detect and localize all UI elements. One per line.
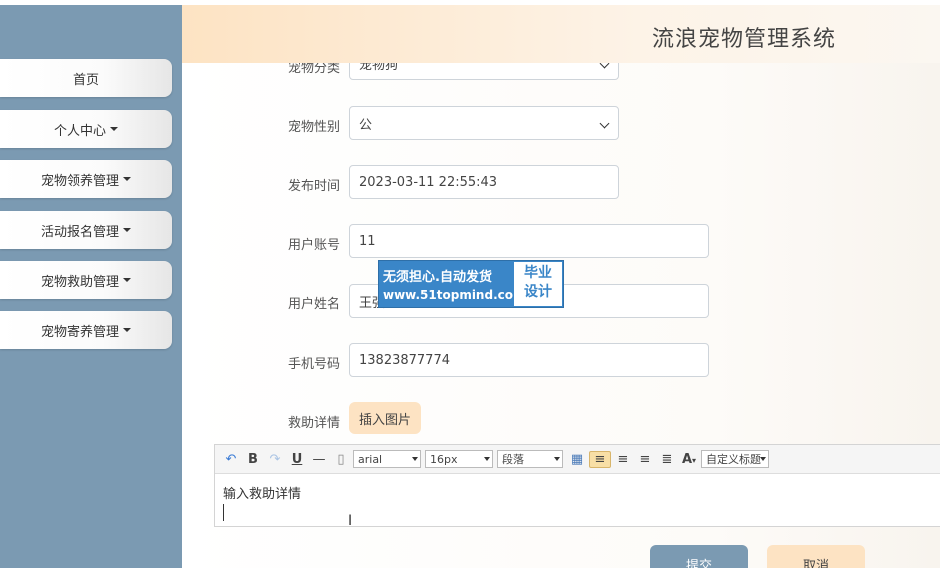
text-cursor (223, 504, 224, 521)
chevron-down-icon (599, 63, 610, 69)
pet-gender-value: 公 (359, 117, 373, 133)
pet-type-label: 宠物分类 (287, 63, 340, 76)
publish-time-input[interactable]: 2023-03-11 22:55:43 (349, 165, 619, 199)
rescue-detail-label: 救助详情 (287, 416, 340, 431)
caret-down-icon (123, 278, 131, 282)
undo-icon[interactable]: ↶ (221, 452, 241, 467)
align-right-icon[interactable]: ≡ (635, 452, 655, 467)
table-icon[interactable]: ▦ (567, 452, 587, 467)
font-color-icon[interactable]: A▾ (679, 452, 699, 467)
sidebar: 首页 个人中心 宠物领养管理 活动报名管理 宠物救助管理 宠物寄养管理 (0, 5, 182, 568)
dropdown-arrow-icon (554, 457, 560, 461)
font-size-select[interactable]: 16px (425, 450, 493, 468)
editor-content[interactable]: 输入救助详情 (215, 474, 940, 511)
caret-down-icon (123, 177, 131, 181)
watermark-banner: 无须担心.自动发货 www.51topmind.com 毕业 设计 (378, 260, 564, 308)
font-family-value: arial (358, 452, 383, 466)
custom-heading-value: 自定义标题 (706, 453, 761, 466)
rich-text-editor[interactable]: ↶ B ↷ U — ▯ arial 16px 段落 ▦ ≡ ≡ ≡ ≣ A▾ 自… (214, 444, 940, 527)
top-header: 流浪宠物管理系统 (182, 5, 940, 63)
watermark-line1: 无须担心.自动发货 (383, 270, 492, 285)
sidebar-item-label: 首页 (72, 72, 99, 88)
publish-time-label: 发布时间 (287, 179, 340, 194)
submit-button[interactable]: 提交 (650, 545, 748, 568)
caret-down-icon (123, 228, 131, 232)
publish-time-value: 2023-03-11 22:55:43 (359, 174, 498, 190)
sidebar-item-home[interactable]: 首页 (0, 59, 172, 97)
watermark-badge-line2: 设计 (524, 284, 552, 300)
sidebar-item-pet-foster[interactable]: 宠物寄养管理 (0, 311, 172, 349)
watermark-text: 无须担心.自动发货 www.51topmind.com (379, 261, 526, 307)
chevron-down-icon (599, 118, 610, 129)
bold-icon[interactable]: B (243, 452, 263, 467)
custom-heading-select[interactable]: 自定义标题 (701, 450, 769, 468)
underline-icon[interactable]: U (287, 452, 307, 467)
dropdown-arrow-icon (412, 457, 418, 461)
redo-icon[interactable]: ↷ (265, 452, 285, 467)
font-family-select[interactable]: arial (353, 450, 421, 468)
sidebar-item-label: 活动报名管理 (40, 224, 119, 240)
phone-label: 手机号码 (287, 357, 340, 372)
paragraph-select[interactable]: 段落 (497, 450, 563, 468)
pet-gender-select[interactable]: 公 (349, 106, 619, 140)
sidebar-item-activity-signup[interactable]: 活动报名管理 (0, 211, 172, 249)
phone-value: 13823877774 (359, 352, 450, 368)
align-center-icon[interactable]: ≡ (613, 452, 633, 467)
sidebar-item-label: 宠物救助管理 (40, 274, 119, 290)
align-justify-icon[interactable]: ≣ (657, 452, 677, 467)
dropdown-arrow-icon (760, 457, 766, 461)
font-size-value: 16px (430, 452, 458, 466)
align-left-icon[interactable]: ≡ (589, 450, 611, 468)
user-account-value: 11 (359, 233, 376, 249)
caret-down-icon (123, 328, 131, 332)
sidebar-item-label: 个人中心 (53, 123, 106, 139)
sidebar-item-label: 宠物领养管理 (40, 173, 119, 189)
cancel-button[interactable]: 取消 (767, 545, 865, 568)
main-content: 宠物分类 宠物狗 宠物性别 公 发布时间 2023-03-11 22:55:43… (182, 63, 940, 568)
paragraph-value: 段落 (502, 453, 524, 466)
watermark-line2: www.51topmind.com (383, 288, 526, 302)
insert-image-button[interactable]: 插入图片 (349, 402, 421, 434)
sidebar-item-personal-center[interactable]: 个人中心 (0, 110, 172, 148)
ibeam-cursor-icon: I (348, 513, 353, 529)
pet-gender-label: 宠物性别 (287, 120, 340, 135)
sidebar-item-pet-adoption[interactable]: 宠物领养管理 (0, 160, 172, 198)
app-title: 流浪宠物管理系统 (651, 27, 836, 52)
horizontal-rule-icon[interactable]: — (309, 452, 329, 467)
user-account-label: 用户账号 (287, 238, 340, 253)
dropdown-arrow-icon (484, 457, 490, 461)
sidebar-item-pet-rescue[interactable]: 宠物救助管理 (0, 261, 172, 299)
watermark-badge: 毕业 设计 (514, 262, 562, 306)
page-icon[interactable]: ▯ (331, 452, 351, 467)
phone-input[interactable]: 13823877774 (349, 343, 709, 377)
pet-type-select[interactable]: 宠物狗 (349, 63, 619, 80)
sidebar-item-label: 宠物寄养管理 (40, 324, 119, 340)
user-name-label: 用户姓名 (287, 297, 340, 312)
watermark-badge-line1: 毕业 (524, 265, 552, 281)
editor-toolbar: ↶ B ↷ U — ▯ arial 16px 段落 ▦ ≡ ≡ ≡ ≣ A▾ 自… (215, 445, 940, 474)
caret-down-icon (110, 127, 118, 131)
user-account-input[interactable]: 11 (349, 224, 709, 258)
pet-type-value: 宠物狗 (359, 63, 399, 73)
